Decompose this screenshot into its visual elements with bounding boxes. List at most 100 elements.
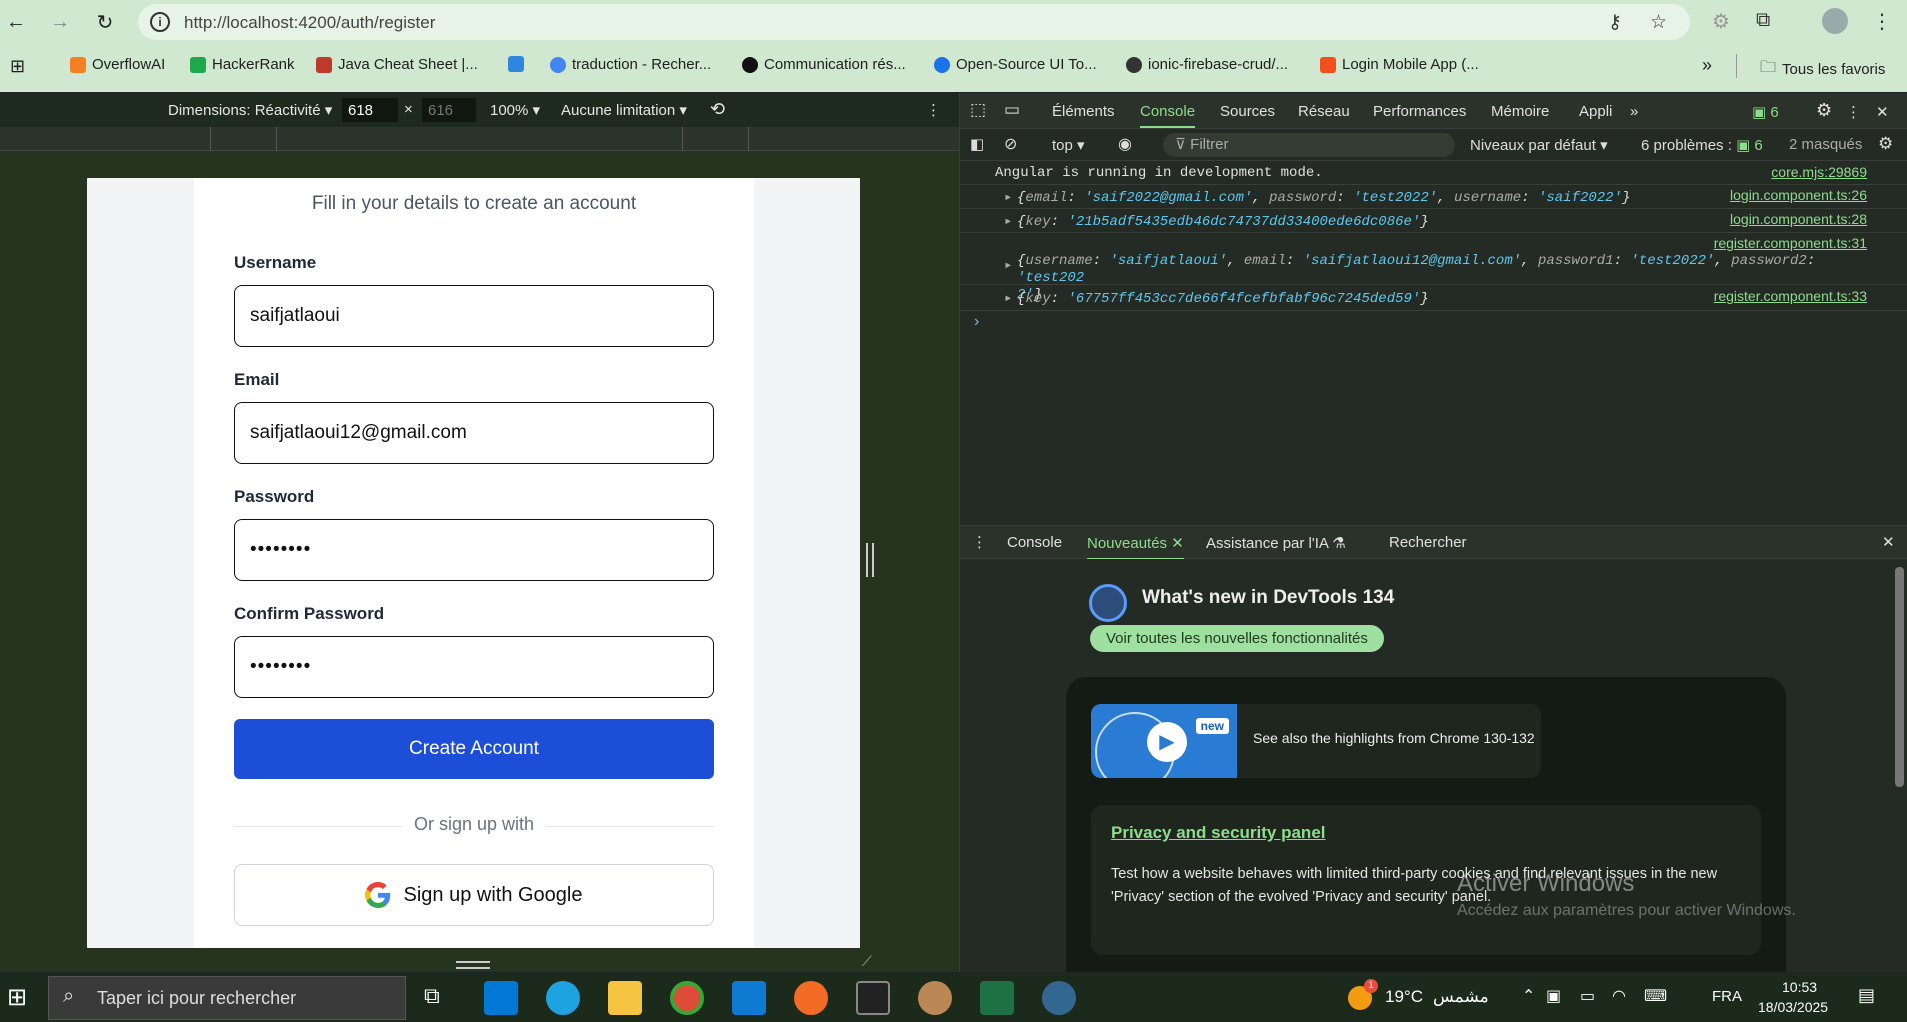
postman-icon[interactable] bbox=[794, 981, 828, 1015]
battery-icon[interactable]: ▭ bbox=[1580, 986, 1595, 1006]
drawer-tab-console[interactable]: Console bbox=[1007, 534, 1062, 551]
excel-icon[interactable] bbox=[980, 981, 1014, 1015]
windows-start-icon[interactable]: ⊞ bbox=[7, 983, 27, 1012]
microsoft-store-icon[interactable] bbox=[484, 981, 518, 1015]
highlights-video-card[interactable]: ▶ new See also the highlights from Chrom… bbox=[1091, 704, 1541, 778]
log-entry[interactable]: ▸ {key: '21b5adf5435edb46dc74737dd33400e… bbox=[960, 209, 1907, 233]
problems-summary[interactable]: 6 problèmes : ▣ 6 bbox=[1641, 136, 1763, 154]
viewport-resize-handle-bottom[interactable] bbox=[456, 961, 490, 969]
expand-arrow-icon[interactable]: ▸ bbox=[1004, 257, 1012, 274]
console-settings-icon[interactable]: ⚙ bbox=[1878, 134, 1893, 154]
device-more-button[interactable]: ⋮ bbox=[926, 101, 941, 119]
viewport-height-input[interactable] bbox=[422, 98, 476, 122]
edge-icon[interactable] bbox=[546, 981, 580, 1015]
notifications-icon[interactable]: ▤ bbox=[1858, 985, 1875, 1006]
log-source-link[interactable]: login.component.ts:28 bbox=[1730, 211, 1867, 227]
language-indicator[interactable]: FRA bbox=[1712, 988, 1742, 1005]
create-account-button[interactable]: Create Account bbox=[234, 719, 714, 779]
eye-icon[interactable]: ◉ bbox=[1118, 134, 1132, 154]
google-signup-button[interactable]: Sign up with Google bbox=[234, 864, 714, 926]
site-info-icon[interactable]: i bbox=[150, 12, 170, 32]
chrome-icon[interactable] bbox=[670, 981, 704, 1015]
expand-arrow-icon[interactable]: ▸ bbox=[1004, 189, 1012, 206]
log-source-link[interactable]: register.component.ts:33 bbox=[1714, 288, 1867, 304]
log-entry[interactable]: ▸ {key: '67757ff453cc7de66f4fcefbfabf96c… bbox=[960, 285, 1907, 311]
inspect-element-icon[interactable]: ⬚ bbox=[970, 100, 986, 120]
star-icon[interactable]: ☆ bbox=[1650, 11, 1667, 34]
device-toggle-icon[interactable]: ▭ bbox=[1004, 100, 1020, 120]
bookmark-ionic-firebase[interactable]: ionic-firebase-crud/... bbox=[1126, 56, 1288, 73]
vscode-icon[interactable] bbox=[732, 981, 766, 1015]
drawer-tab-ai-assistance[interactable]: Assistance par l'IA ⚗ bbox=[1206, 534, 1346, 552]
bookmark-communication[interactable]: Communication rés... bbox=[742, 56, 906, 73]
tab-elements[interactable]: Éléments bbox=[1052, 103, 1115, 120]
console-prompt-icon[interactable]: › bbox=[974, 313, 979, 331]
extensions-puzzle-icon[interactable]: ⧉ bbox=[1756, 9, 1770, 32]
file-explorer-icon[interactable] bbox=[608, 981, 642, 1015]
video-thumbnail[interactable]: ▶ new bbox=[1091, 704, 1237, 778]
close-drawer-icon[interactable]: ✕ bbox=[1882, 533, 1895, 551]
expand-arrow-icon[interactable]: ▸ bbox=[1004, 290, 1012, 307]
sidebar-toggle-icon[interactable]: ◧ bbox=[970, 135, 984, 153]
zoom-select[interactable]: 100% ▾ bbox=[490, 101, 540, 119]
address-bar[interactable]: i http://localhost:4200/auth/register ⚷ … bbox=[138, 4, 1690, 40]
tab-application[interactable]: Appli bbox=[1579, 103, 1612, 120]
apps-grid-icon[interactable]: ⊞ bbox=[10, 56, 25, 77]
email-input[interactable]: saifjatlaoui12@gmail.com bbox=[234, 402, 714, 464]
weather-temperature[interactable]: 19°C bbox=[1385, 987, 1423, 1007]
url-text[interactable]: http://localhost:4200/auth/register bbox=[184, 13, 435, 33]
all-favorites-folder[interactable]: 🗀 Tous les favoris bbox=[1760, 56, 1885, 83]
tab-sources[interactable]: Sources bbox=[1220, 103, 1275, 120]
corner-resize-icon[interactable]: ⟋ bbox=[862, 953, 872, 970]
context-select[interactable]: top ▾ bbox=[1052, 136, 1085, 154]
wifi-icon[interactable]: ◠ bbox=[1612, 986, 1626, 1006]
app-icon[interactable] bbox=[918, 981, 952, 1015]
keyboard-icon[interactable]: ⌨ bbox=[1644, 986, 1667, 1006]
taskbar-search[interactable]: ⌕ Taper ici pour rechercher bbox=[48, 976, 406, 1020]
confirm-password-input[interactable]: •••••••• bbox=[234, 636, 714, 698]
drawer-tab-whats-new[interactable]: Nouveautés ✕ bbox=[1087, 534, 1184, 560]
menu-dots-icon[interactable]: ⋮ bbox=[1872, 9, 1892, 34]
drawer-tab-search[interactable]: Rechercher bbox=[1389, 534, 1467, 551]
privacy-panel-link[interactable]: Privacy and security panel bbox=[1111, 823, 1326, 843]
clear-console-icon[interactable]: ⊘ bbox=[1004, 134, 1017, 154]
tray-chevron-icon[interactable]: ⌃ bbox=[1522, 986, 1535, 1006]
task-view-icon[interactable]: ⧉ bbox=[424, 983, 440, 1009]
bookmark-overflowai[interactable]: OverflowAI bbox=[70, 56, 165, 73]
extension-gear-icon[interactable]: ⚙ bbox=[1712, 9, 1730, 34]
terminal-icon[interactable] bbox=[856, 981, 890, 1015]
bookmark-java-cheat-sheet[interactable]: Java Cheat Sheet |... bbox=[316, 56, 478, 73]
tab-memory[interactable]: Mémoire bbox=[1491, 103, 1549, 120]
viewport-width-input[interactable] bbox=[342, 98, 398, 122]
bookmark-login-mobile-app[interactable]: Login Mobile App (... bbox=[1320, 56, 1479, 73]
close-tab-icon[interactable]: ✕ bbox=[1171, 535, 1184, 552]
drawer-menu-icon[interactable]: ⋮ bbox=[972, 533, 987, 551]
postgresql-icon[interactable] bbox=[1042, 981, 1076, 1015]
username-input[interactable]: saifjatlaoui bbox=[234, 285, 714, 347]
log-levels-select[interactable]: Niveaux par défaut ▾ bbox=[1470, 136, 1608, 154]
console-filter-input[interactable]: ⊽ Filtrer bbox=[1163, 133, 1455, 157]
tab-console[interactable]: Console bbox=[1140, 103, 1196, 128]
forward-button[interactable]: → bbox=[46, 8, 74, 36]
clock-time[interactable]: 10:53 bbox=[1782, 979, 1817, 995]
bookmark-hackerrank[interactable]: HackerRank bbox=[190, 56, 295, 73]
tab-performance[interactable]: Performances bbox=[1373, 103, 1466, 120]
dimensions-select[interactable]: Dimensions: Réactivité ▾ bbox=[168, 101, 332, 119]
log-source-link[interactable]: core.mjs:29869 bbox=[1771, 164, 1867, 180]
bookmark-unnamed[interactable] bbox=[508, 56, 524, 72]
log-source-link[interactable]: login.component.ts:26 bbox=[1730, 187, 1867, 203]
viewport-resize-handle-right[interactable] bbox=[866, 543, 874, 577]
reload-button[interactable]: ↻ bbox=[91, 8, 119, 36]
tray-app-icon[interactable]: ▣ bbox=[1546, 986, 1561, 1006]
close-devtools-icon[interactable]: ✕ bbox=[1876, 103, 1889, 121]
expand-arrow-icon[interactable]: ▸ bbox=[1004, 213, 1012, 230]
settings-gear-icon[interactable]: ⚙ bbox=[1816, 100, 1832, 121]
bookmark-open-source-ui[interactable]: Open-Source UI To... bbox=[934, 56, 1097, 73]
more-bookmarks-button[interactable]: » bbox=[1702, 55, 1712, 76]
password-input[interactable]: •••••••• bbox=[234, 519, 714, 581]
weather-condition[interactable]: مشمس bbox=[1433, 987, 1489, 1007]
profile-avatar[interactable] bbox=[1822, 8, 1848, 34]
back-button[interactable]: ← bbox=[2, 8, 30, 36]
key-icon[interactable]: ⚷ bbox=[1608, 11, 1622, 34]
more-tabs-icon[interactable]: » bbox=[1630, 103, 1638, 120]
